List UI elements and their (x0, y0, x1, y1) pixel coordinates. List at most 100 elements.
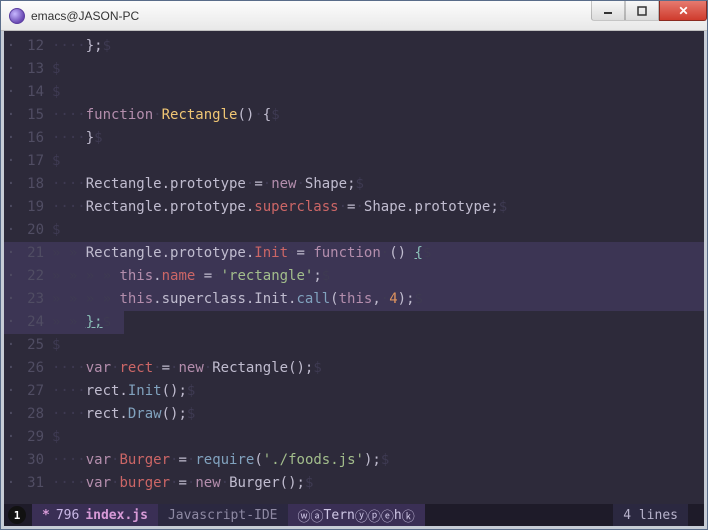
minor-mode-indicator[interactable]: h (394, 508, 402, 523)
code-line[interactable]: ·28····rect.Draw();$ (4, 403, 704, 426)
editor[interactable]: ·12····};$·13$·14$·15····function·Rectan… (1, 31, 707, 529)
maximize-button[interactable] (625, 1, 659, 21)
token-ws: · (221, 475, 229, 491)
minor-mode-indicator[interactable]: ⓐ (311, 506, 324, 525)
token-kw: this (119, 291, 153, 307)
code-line[interactable]: ·30····var·Burger·=·require('./foods.js'… (4, 449, 704, 472)
code-line[interactable]: ·19····Rectangle.prototype.superclass·=·… (4, 196, 704, 219)
token-ws: · (254, 107, 262, 123)
token-pun: = (204, 268, 212, 284)
minor-mode-indicator[interactable]: ⓔ (381, 506, 394, 525)
gutter-marker: · (4, 334, 18, 357)
token-ws: » » » » (52, 268, 119, 284)
line-content[interactable]: ····Rectangle.prototype·=·new·Shape;$ (48, 173, 704, 196)
line-content[interactable]: ····var·rect·=·new·Rectangle();$ (48, 357, 704, 380)
line-content[interactable]: ····var·burger·=·new·Burger();$ (48, 472, 704, 495)
token-ws: · (296, 176, 304, 192)
line-content[interactable]: $ (48, 150, 704, 173)
code-line[interactable]: ·23» » » » this.superclass.Init.call(thi… (4, 288, 704, 311)
gutter-marker: · (4, 403, 18, 426)
code-line[interactable]: ·20$ (4, 219, 704, 242)
line-content[interactable]: ····}$ (48, 127, 704, 150)
window-title: emacs@JASON-PC (31, 9, 139, 23)
token-pun: ; (313, 268, 321, 284)
code-line[interactable]: ·14$ (4, 81, 704, 104)
line-content[interactable]: $ (48, 219, 704, 242)
line-content[interactable]: » » » » this.superclass.Init.call(this,·… (48, 288, 704, 311)
token-ws: · (355, 199, 363, 215)
token-ws: · (406, 245, 414, 261)
line-content[interactable]: $ (48, 334, 704, 357)
code-line[interactable]: ·22» » » » this.name·=·'rectangle';$ (4, 265, 704, 288)
token-eol: $ (52, 337, 60, 353)
code-line[interactable]: ·15····function·Rectangle()·{$ (4, 104, 704, 127)
line-content[interactable]: ····};$ (48, 35, 704, 58)
token-id: Rectangle.prototype. (86, 199, 255, 215)
line-content[interactable]: ····var·Burger·=·require('./foods.js');$ (48, 449, 704, 472)
token-eol: $ (94, 130, 102, 146)
token-eol: $ (381, 452, 389, 468)
minimize-button[interactable] (591, 1, 625, 21)
code-line[interactable]: ·26····var·rect·=·new·Rectangle();$ (4, 357, 704, 380)
token-ws: ···· (52, 38, 86, 54)
minor-mode-indicator[interactable]: Tern (324, 508, 355, 523)
line-content[interactable]: ····rect.Init();$ (48, 380, 704, 403)
minor-mode-indicator[interactable]: ⓨ (355, 506, 368, 525)
code-line[interactable]: ·21» » Rectangle.prototype.Init·=·functi… (4, 242, 704, 265)
token-num: 4 (389, 291, 397, 307)
token-kw: new (195, 475, 220, 491)
minor-mode-indicator[interactable]: ⓚ (402, 506, 415, 525)
token-eol: $ (271, 107, 279, 123)
code-line[interactable]: ·27····rect.Init();$ (4, 380, 704, 403)
token-id: Rectangle.prototype. (86, 245, 255, 261)
line-content[interactable]: ····function·Rectangle()·{$ (48, 104, 704, 127)
token-eol: $ (103, 314, 111, 330)
token-call: Draw (128, 406, 162, 422)
token-eol: $ (103, 38, 111, 54)
token-eol: $ (187, 406, 195, 422)
code-line[interactable]: ·17$ (4, 150, 704, 173)
code-lines[interactable]: ·12····};$·13$·14$·15····function·Rectan… (4, 31, 704, 504)
line-content[interactable]: » » » » this.name·=·'rectangle';$ (48, 265, 704, 288)
code-line[interactable]: ·24» » };$ (4, 311, 704, 334)
line-number: 28 (18, 403, 48, 426)
token-ws: · (212, 268, 220, 284)
close-button[interactable] (659, 1, 707, 21)
code-line[interactable]: ·16····}$ (4, 127, 704, 150)
line-content[interactable]: $ (48, 58, 704, 81)
code-line[interactable]: ·25$ (4, 334, 704, 357)
line-content[interactable]: ····Rectangle.prototype.superclass·=·Sha… (48, 196, 704, 219)
code-line[interactable]: ·13$ (4, 58, 704, 81)
gutter-marker: · (4, 196, 18, 219)
code-line[interactable]: ·12····};$ (4, 35, 704, 58)
minor-mode-indicator[interactable]: ⓦ (298, 506, 311, 525)
titlebar[interactable]: emacs@JASON-PC (1, 1, 707, 31)
token-ws: · (381, 291, 389, 307)
line-content[interactable]: $ (48, 81, 704, 104)
token-assign-name: rect (119, 360, 153, 376)
modeline-file-segment[interactable]: * 796 index.js (32, 504, 158, 526)
minor-mode-indicator[interactable]: ⓟ (368, 506, 381, 525)
code-line[interactable]: ·29$ (4, 426, 704, 449)
token-kw: this (339, 291, 373, 307)
token-fn: Rectangle (162, 107, 238, 123)
code-line[interactable]: ·18····Rectangle.prototype·=·new·Shape;$ (4, 173, 704, 196)
modeline-major-mode[interactable]: Javascript-IDE (158, 504, 288, 526)
token-pun: ); (398, 291, 415, 307)
token-pun: ( (254, 452, 262, 468)
line-number: 19 (18, 196, 48, 219)
line-content[interactable]: » » };$ (48, 311, 704, 334)
gutter-marker: · (4, 127, 18, 150)
token-ws: ···· (52, 360, 86, 376)
code-line[interactable]: ·31····var·burger·=·new·Burger();$ (4, 472, 704, 495)
line-content[interactable]: $ (48, 426, 704, 449)
gutter-marker: · (4, 472, 18, 495)
modeline[interactable]: 1 * 796 index.js Javascript-IDE ⓦⓐTernⓨⓟ… (4, 504, 704, 526)
line-content[interactable]: ····rect.Draw();$ (48, 403, 704, 426)
token-pun: = (296, 245, 304, 261)
line-content[interactable]: » » Rectangle.prototype.Init·=·function·… (48, 242, 704, 265)
modeline-minor-modes[interactable]: ⓦⓐTernⓨⓟⓔhⓚ (288, 504, 425, 526)
token-eol: $ (52, 84, 60, 100)
token-ws: · (339, 199, 347, 215)
token-id: . (153, 268, 161, 284)
